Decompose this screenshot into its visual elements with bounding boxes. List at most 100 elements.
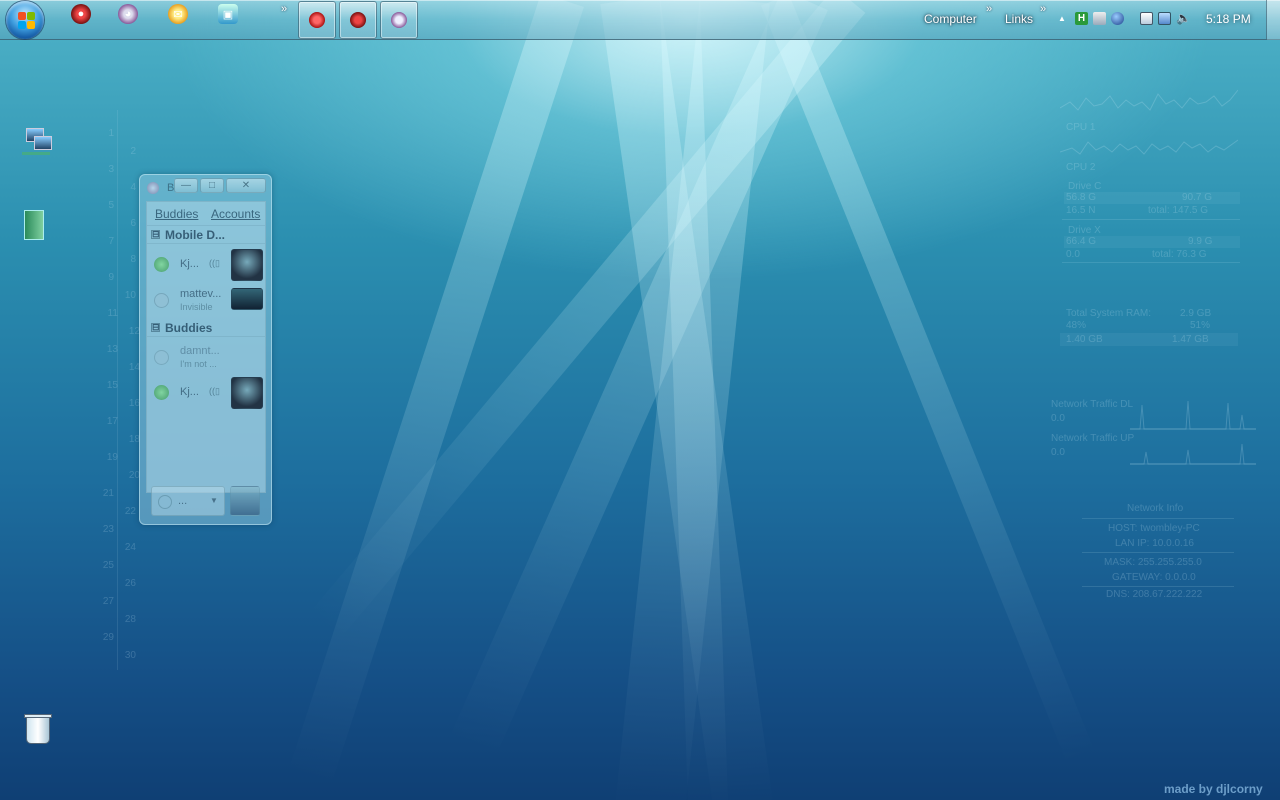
calendar-day: 29 [102, 632, 114, 643]
drive-x-label: Drive X [1068, 225, 1101, 236]
blocked-app-icon [309, 12, 325, 28]
links-toolbar-chevron-icon[interactable]: » [1040, 3, 1046, 15]
net-dl-label: Network Traffic DL [1051, 399, 1134, 410]
list-item[interactable]: damnt... I'm not ... [147, 340, 265, 376]
h-tray-icon[interactable]: H [1075, 12, 1088, 25]
calendar-day: 4 [130, 182, 136, 193]
list-item[interactable]: mattev... Invisible [147, 283, 265, 319]
minimize-button[interactable]: — [174, 178, 198, 193]
links-toolbar-label[interactable]: Links [1005, 12, 1033, 26]
taskbar-button-pidgin[interactable] [380, 1, 418, 39]
show-desktop-button[interactable] [1266, 0, 1280, 40]
divider [1062, 262, 1240, 263]
network-connection-icon[interactable] [1158, 12, 1171, 25]
calendar-day: 28 [124, 614, 136, 625]
taskbar-button-app1[interactable] [298, 1, 336, 39]
menu-bar: Buddies Accounts [147, 202, 265, 226]
divider [1062, 219, 1240, 220]
wallpaper-credit: made by djlcorny [1164, 782, 1263, 796]
calendar-day: 23 [102, 524, 114, 535]
avatar [231, 288, 263, 310]
calendar-day: 22 [124, 506, 136, 517]
buddy-name: Kj... [180, 386, 199, 398]
buddy-list-pane: Buddies Accounts ⊟ Mobile D... Kj... ((▯… [146, 201, 266, 493]
light-ray [761, 0, 1097, 766]
volume-icon[interactable]: 🔈 [1176, 12, 1191, 25]
buddy-list-window[interactable]: B — □ ✕ Buddies Accounts ⊟ Mobile D... K… [139, 174, 272, 525]
calendar-day: 8 [130, 254, 136, 265]
divider [1082, 586, 1234, 587]
collapse-icon[interactable]: ⊟ [151, 230, 160, 239]
dropdown-arrow-icon[interactable]: ▼ [210, 496, 218, 505]
calendar-day: 5 [108, 200, 114, 211]
avatar [231, 249, 263, 281]
quicklaunch-app-icon[interactable]: ● [71, 4, 91, 24]
calendar-day: 25 [102, 560, 114, 571]
mobile-phone-icon: ((▯ [209, 386, 220, 396]
status-icon [158, 495, 172, 509]
calendar-day: 16 [128, 398, 140, 409]
maximize-button[interactable]: □ [200, 178, 224, 193]
window-titlebar[interactable]: B — □ ✕ [140, 175, 271, 199]
ram-used: 1.40 GB [1066, 334, 1103, 345]
divider [1082, 518, 1234, 519]
close-button[interactable]: ✕ [226, 178, 266, 193]
clock[interactable]: 5:18 PM [1206, 12, 1251, 26]
group-header-buddies[interactable]: ⊟ Buddies [147, 319, 265, 337]
ram-total: 2.9 GB [1180, 308, 1212, 319]
menu-accounts[interactable]: Accounts [211, 207, 260, 221]
calendar-day: 3 [108, 164, 114, 175]
calendar-day: 17 [106, 416, 118, 427]
show-hidden-icons-button[interactable]: ▲ [1058, 14, 1066, 23]
calendar-day: 1 [108, 128, 114, 139]
drive-x-total: total: 76.3 G [1152, 249, 1207, 260]
pidgin-icon[interactable]: ◕ [118, 4, 138, 24]
cpu2-label: CPU 2 [1066, 162, 1096, 173]
windows-flag-icon [18, 21, 26, 29]
available-status-icon [154, 385, 169, 400]
library-desktop-icon[interactable] [20, 208, 54, 242]
globe-tray-icon[interactable] [1111, 12, 1124, 25]
taskbar: ● ◕ ✉ ▣ » Computer » Links » ▲ H 🔈 5:18 … [0, 0, 1280, 40]
drive-c-free: 16.5 N [1066, 205, 1096, 216]
buddy-name: damnt... [180, 345, 220, 357]
drive-x-size: 9.9 G [1188, 236, 1213, 247]
computer-toolbar-label[interactable]: Computer [924, 12, 977, 26]
pidgin-icon [147, 182, 159, 194]
mobile-phone-icon: ((▯ [209, 258, 220, 268]
list-item[interactable]: Kj... ((▯ [147, 247, 265, 283]
quicklaunch-overflow-chevron-icon[interactable]: » [281, 3, 287, 15]
group-header-mobile[interactable]: ⊟ Mobile D... [147, 226, 265, 244]
network-desktop-icon[interactable] [20, 126, 54, 160]
calendar-day: 15 [106, 380, 118, 391]
calendar-day: 9 [108, 272, 114, 283]
taskbar-button-app2[interactable] [339, 1, 377, 39]
buddy-name: Kj... [180, 258, 199, 270]
net-dl-graph [1130, 400, 1256, 430]
calendar-day: 21 [102, 488, 114, 499]
mail-icon[interactable]: ✉ [168, 4, 188, 24]
computer-toolbar-chevron-icon[interactable]: » [986, 3, 992, 15]
list-item[interactable]: Kj... ((▯ [147, 375, 265, 411]
start-button[interactable] [6, 1, 44, 39]
net-ul-label: Network Traffic UP [1051, 433, 1135, 444]
action-center-flag-icon[interactable] [1140, 12, 1153, 25]
buddy-name: mattev... [180, 288, 222, 300]
cpu1-graph [1060, 89, 1238, 111]
collapse-icon[interactable]: ⊟ [151, 323, 160, 332]
recycle-bin-icon[interactable] [22, 712, 56, 746]
network-tray-icon[interactable] [1093, 12, 1106, 25]
buddy-icon-selector[interactable] [230, 486, 260, 516]
status-dropdown[interactable]: ... ▼ [151, 486, 225, 516]
drive-c-size: 90.7 G [1182, 192, 1213, 203]
ram-used-pct: 48% [1066, 320, 1087, 331]
menu-buddies[interactable]: Buddies [155, 207, 198, 221]
monitor-icon[interactable]: ▣ [218, 4, 238, 24]
drive-x-used: 66.4 G [1066, 236, 1097, 247]
avatar [231, 377, 263, 409]
divider [1082, 552, 1234, 553]
calendar-day: 6 [130, 218, 136, 229]
status-selector: ... ▼ [146, 483, 266, 519]
net-mask: MASK: 255.255.255.0 [1104, 557, 1202, 568]
calendar-day: 20 [128, 470, 140, 481]
